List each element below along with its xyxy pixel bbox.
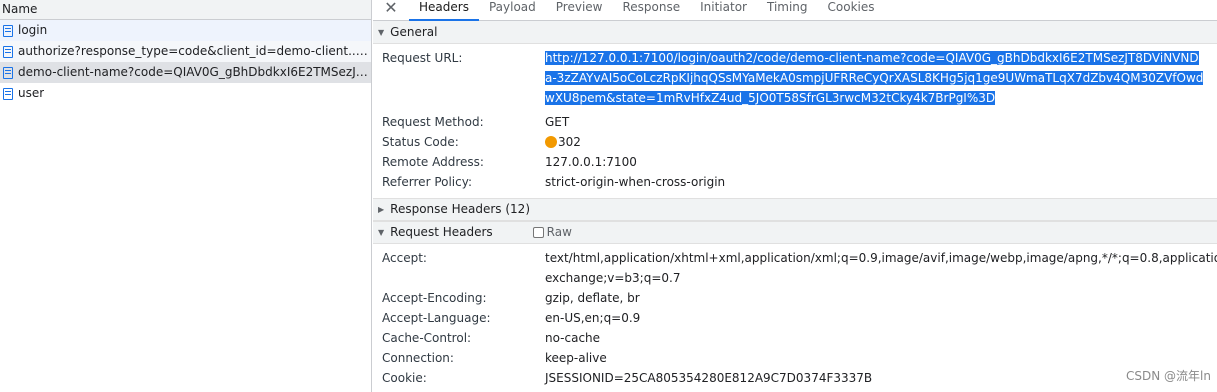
document-icon [3,45,13,58]
tab-cookies[interactable]: Cookies [818,0,885,20]
request-headers-section: Accept: text/html,application/xhtml+xml,… [373,244,1217,388]
tab-initiator[interactable]: Initiator [690,0,757,20]
header-value: gzip, deflate, br [545,291,640,305]
status-code-row: Status Code: 302 [373,132,1217,152]
header-key: Request Method: [382,115,484,129]
header-key: Accept-Language: [382,311,491,325]
request-row-user[interactable]: user [0,83,371,104]
name-column-header[interactable]: Name [0,0,371,20]
status-code-value: 302 [558,135,581,149]
tab-headers[interactable]: Headers [409,0,479,21]
section-title: Request Headers [390,225,493,239]
tab-preview[interactable]: Preview [546,0,613,20]
header-value: GET [545,115,570,129]
document-icon [3,87,13,100]
watermark-text: CSDN @流年ln [1126,369,1211,383]
request-method-row: Request Method: GET [373,112,1217,132]
tab-response[interactable]: Response [612,0,690,20]
raw-label: Raw [546,225,572,239]
header-key: Accept: [382,251,427,265]
header-key: Request URL: [382,51,463,65]
response-headers-section-header[interactable]: ▶ Response Headers (12) [373,198,1217,221]
header-value: strict-origin-when-cross-origin [545,175,726,189]
header-key: Referrer Policy: [382,175,472,189]
header-key: Cookie: [382,371,427,385]
accept-row: Accept: text/html,application/xhtml+xml,… [373,248,1217,288]
details-tabbar: ✕ Headers Payload Preview Response Initi… [373,0,1217,21]
remote-address-row: Remote Address: 127.0.0.1:7100 [373,152,1217,172]
request-name: login [18,23,48,37]
document-icon [3,66,13,79]
triangle-right-icon: ▶ [378,205,385,214]
header-key: Cache-Control: [382,331,472,345]
close-icon[interactable]: ✕ [373,0,409,20]
triangle-down-icon: ▼ [378,27,385,37]
document-icon [3,24,13,37]
header-value: no-cache [545,331,601,345]
header-value: keep-alive [545,351,607,365]
request-url-row: Request URL: http://127.0.0.1:7100/login… [373,48,1217,108]
general-section-header[interactable]: ▼ General [373,21,1217,44]
request-list-panel: Name login authorize?response_type=code&… [0,0,372,392]
header-value: text/html,application/xhtml+xml,applicat… [545,251,1217,285]
header-value: 127.0.0.1:7100 [545,155,637,169]
header-key: Accept-Encoding: [382,291,487,305]
header-key: Status Code: [382,135,459,149]
request-name: demo-client-name?code=QIAV0G_gBhDbdkxI6E… [18,65,371,79]
header-value: en-US,en;q=0.9 [545,311,641,325]
request-name: authorize?response_type=code&client_id=d… [18,44,371,58]
request-row-authorize[interactable]: authorize?response_type=code&client_id=d… [0,41,371,62]
header-key: Connection: [382,351,454,365]
cookie-row: Cookie: JSESSIONID=25CA805354280E812A9C7… [373,368,1217,388]
request-row-login[interactable]: login [0,20,371,41]
request-name: user [18,86,45,100]
request-headers-section-header[interactable]: ▼ Request Headers Raw [373,221,1217,244]
cache-control-row: Cache-Control: no-cache [373,328,1217,348]
status-dot-icon [545,136,557,148]
raw-toggle[interactable]: Raw [532,221,572,244]
general-section: Request URL: http://127.0.0.1:7100/login… [373,44,1217,198]
accept-encoding-row: Accept-Encoding: gzip, deflate, br [373,288,1217,308]
header-key: Remote Address: [382,155,484,169]
section-title: General [390,24,438,39]
triangle-down-icon: ▼ [378,228,385,237]
connection-row: Connection: keep-alive [373,348,1217,368]
request-row-demo-client-name[interactable]: demo-client-name?code=QIAV0G_gBhDbdkxI6E… [0,62,371,83]
request-url-value[interactable]: http://127.0.0.1:7100/login/oauth2/code/… [545,51,1204,105]
raw-checkbox[interactable] [532,227,544,238]
section-title: Response Headers (12) [390,202,530,216]
tab-payload[interactable]: Payload [479,0,546,20]
request-details-panel: ✕ Headers Payload Preview Response Initi… [373,0,1217,392]
accept-language-row: Accept-Language: en-US,en;q=0.9 [373,308,1217,328]
tab-timing[interactable]: Timing [757,0,818,20]
referrer-policy-row: Referrer Policy: strict-origin-when-cros… [373,172,1217,192]
header-value: JSESSIONID=25CA805354280E812A9C7D0374F33… [545,371,873,385]
